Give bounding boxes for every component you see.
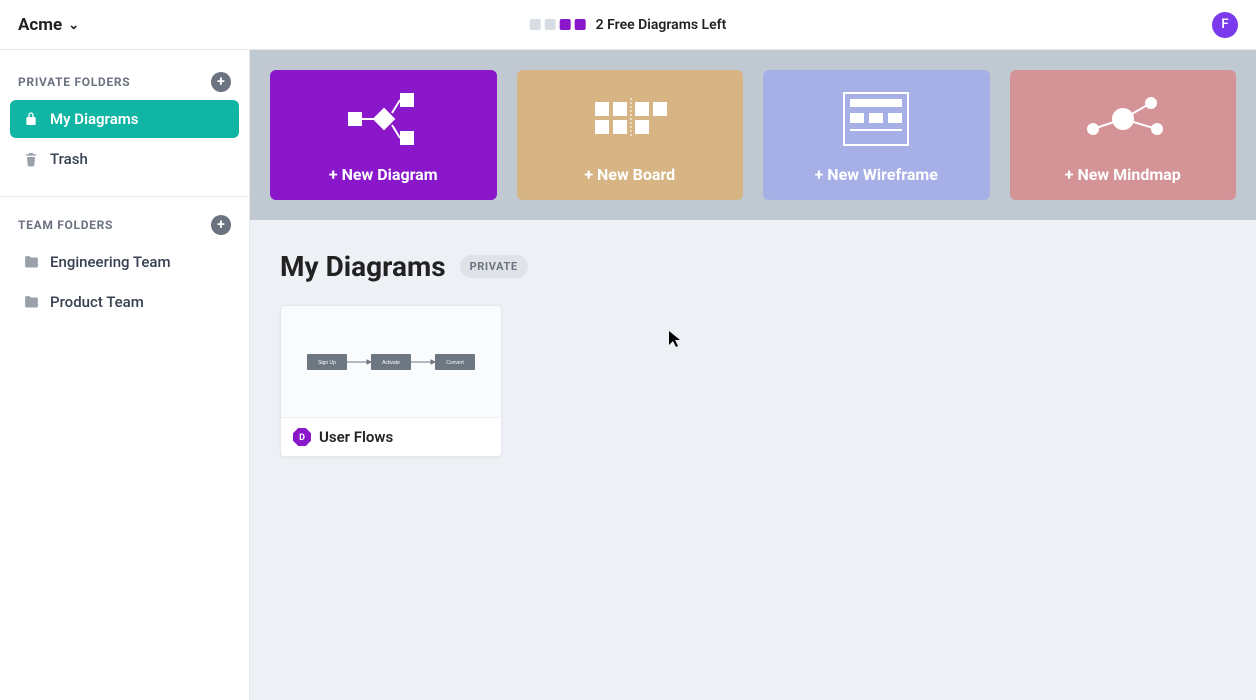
create-strip: + New Diagram + New Board xyxy=(250,50,1256,220)
new-mindmap-button[interactable]: + New Mindmap xyxy=(1010,70,1237,200)
trash-icon xyxy=(22,150,40,168)
add-team-folder-button[interactable]: + xyxy=(211,215,231,235)
diagram-icon xyxy=(270,84,497,154)
create-card-label: + New Board xyxy=(584,165,675,184)
sidebar-section-head: PRIVATE FOLDERS + xyxy=(10,72,239,100)
folder-icon xyxy=(22,253,40,271)
sidebar-section-head: TEAM FOLDERS + xyxy=(10,215,239,243)
thumb-step-label: Convert xyxy=(446,360,464,366)
thumb-step-label: Activate xyxy=(382,360,400,366)
sidebar-item-label: Product Team xyxy=(50,293,144,311)
sidebar-list: Engineering Team Product Team xyxy=(10,243,239,321)
org-switcher[interactable]: Acme ⌄ xyxy=(18,15,79,35)
new-board-button[interactable]: + New Board xyxy=(517,70,744,200)
avatar-initial: F xyxy=(1221,17,1228,32)
page-head: My Diagrams PRIVATE xyxy=(280,250,1226,283)
thumb-step-label: Sign Up xyxy=(318,360,336,366)
sidebar-section-private: PRIVATE FOLDERS + My Diagrams Trash xyxy=(10,72,239,178)
create-card-label: + New Wireframe xyxy=(815,165,938,184)
sidebar-item-label: Trash xyxy=(50,150,88,168)
org-name: Acme xyxy=(18,15,62,35)
diagram-type-icon: D xyxy=(293,428,311,446)
body: PRIVATE FOLDERS + My Diagrams Trash xyxy=(0,50,1256,700)
content: My Diagrams PRIVATE xyxy=(250,220,1256,487)
sidebar-item-trash[interactable]: Trash xyxy=(10,140,239,178)
sidebar-section-title: PRIVATE FOLDERS xyxy=(18,75,130,89)
chevron-down-icon: ⌄ xyxy=(68,18,79,33)
sidebar-divider xyxy=(0,196,249,197)
sidebar-item-label: Engineering Team xyxy=(50,253,171,271)
usage-dot-used xyxy=(530,19,541,30)
new-diagram-button[interactable]: + New Diagram xyxy=(270,70,497,200)
usage-dot-used xyxy=(545,19,556,30)
create-card-label: + New Mindmap xyxy=(1065,165,1181,184)
new-wireframe-button[interactable]: + New Wireframe xyxy=(763,70,990,200)
usage-dot-remaining xyxy=(560,19,571,30)
mindmap-icon xyxy=(1010,84,1237,154)
add-private-folder-button[interactable]: + xyxy=(211,72,231,92)
card-grid: Sign Up Activate Convert D User Flows xyxy=(280,305,1226,457)
sidebar-section-title: TEAM FOLDERS xyxy=(18,218,113,232)
folder-icon xyxy=(22,293,40,311)
usage-label: 2 Free Diagrams Left xyxy=(596,17,727,33)
document-meta: D User Flows xyxy=(281,418,501,456)
sidebar-list: My Diagrams Trash xyxy=(10,100,239,178)
wireframe-icon xyxy=(763,84,990,154)
usage-dot-remaining xyxy=(575,19,586,30)
page-title: My Diagrams xyxy=(280,250,446,283)
document-thumb: Sign Up Activate Convert xyxy=(281,306,501,418)
svg-text:D: D xyxy=(299,433,305,443)
usage-meter[interactable]: 2 Free Diagrams Left xyxy=(530,17,727,33)
usage-dots xyxy=(530,19,586,30)
topbar: Acme ⌄ 2 Free Diagrams Left F xyxy=(0,0,1256,50)
lock-icon xyxy=(22,110,40,128)
sidebar: PRIVATE FOLDERS + My Diagrams Trash xyxy=(0,50,250,700)
main: + New Diagram + New Board xyxy=(250,50,1256,700)
sidebar-section-team: TEAM FOLDERS + Engineering Team Product … xyxy=(10,215,239,321)
document-card[interactable]: Sign Up Activate Convert D User Flows xyxy=(280,305,502,457)
sidebar-item-my-diagrams[interactable]: My Diagrams xyxy=(10,100,239,138)
board-icon xyxy=(517,84,744,154)
document-title: User Flows xyxy=(319,428,393,446)
sidebar-item-engineering[interactable]: Engineering Team xyxy=(10,243,239,281)
create-card-label: + New Diagram xyxy=(329,165,438,184)
sidebar-item-product[interactable]: Product Team xyxy=(10,283,239,321)
visibility-badge: PRIVATE xyxy=(460,255,528,278)
sidebar-item-label: My Diagrams xyxy=(50,110,139,128)
avatar[interactable]: F xyxy=(1212,12,1238,38)
